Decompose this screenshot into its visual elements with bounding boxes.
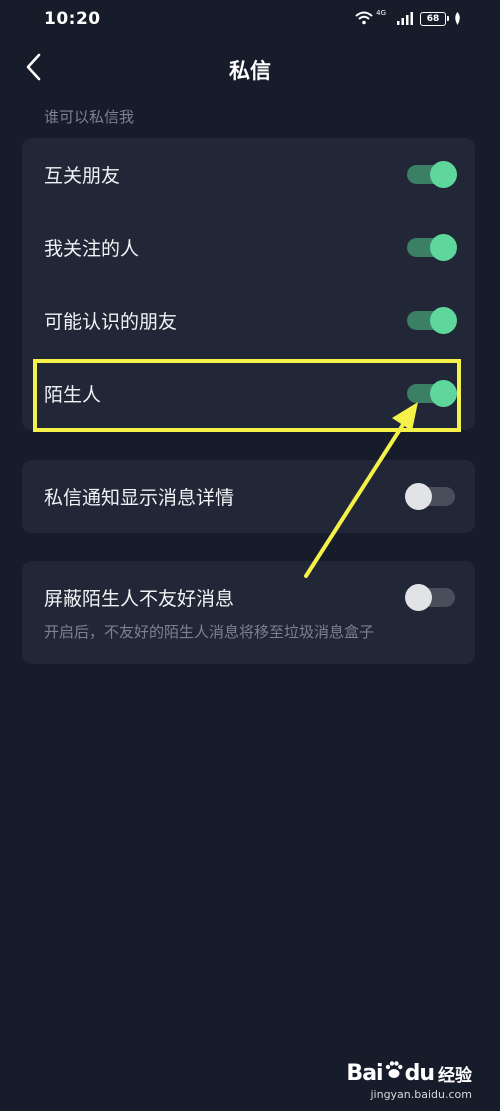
status-time: 10:20 [44, 9, 101, 29]
signal-icon [397, 10, 413, 29]
leaf-icon [453, 10, 462, 29]
network-type-label: 4G [376, 9, 386, 17]
mutual-friends-toggle[interactable] [407, 161, 457, 188]
notification-details-toggle[interactable] [405, 483, 455, 510]
setting-row-mutual-friends[interactable]: 互关朋友 [22, 138, 475, 211]
setting-label: 可能认识的朋友 [44, 311, 178, 333]
status-bar: 10:20 4G 68 [0, 0, 500, 38]
toggle-knob [430, 161, 457, 188]
wifi-icon [355, 10, 373, 29]
setting-label: 屏蔽陌生人不友好消息 [44, 588, 235, 610]
watermark-brand-cn: 经验 [438, 1065, 472, 1086]
setting-label: 私信通知显示消息详情 [44, 487, 235, 509]
following-toggle[interactable] [407, 234, 457, 261]
page-title: 私信 [229, 59, 271, 83]
watermark-brand-b: du [404, 1060, 435, 1086]
toggle-knob [430, 234, 457, 261]
setting-row-people-you-may-know[interactable]: 可能认识的朋友 [22, 284, 475, 357]
setting-description: 开启后，不友好的陌生人消息将移至垃圾消息盒子 [44, 623, 375, 641]
notification-card: 私信通知显示消息详情 [22, 460, 475, 533]
toggle-knob [405, 584, 432, 611]
setting-row-following[interactable]: 我关注的人 [22, 211, 475, 284]
section-label: 谁可以私信我 [44, 108, 135, 126]
watermark-brand-a: Bai [346, 1060, 383, 1086]
setting-row-notification-details[interactable]: 私信通知显示消息详情 [22, 460, 475, 533]
battery-icon: 68 [420, 12, 449, 26]
header: 私信 [0, 46, 500, 92]
toggle-knob [430, 307, 457, 334]
baidu-watermark: Bai du 经验 jingyan.baidu.com [346, 1060, 472, 1102]
status-icons: 4G 68 [355, 9, 462, 29]
block-strangers-card: 屏蔽陌生人不友好消息 开启后，不友好的陌生人消息将移至垃圾消息盒子 [22, 561, 475, 664]
paw-icon [384, 1060, 404, 1086]
people-you-may-know-toggle[interactable] [407, 307, 457, 334]
setting-label: 我关注的人 [44, 238, 140, 260]
baidu-logo: Bai du 经验 [346, 1060, 472, 1086]
block-strangers-toggle[interactable] [405, 584, 455, 611]
watermark-url: jingyan.baidu.com [370, 1088, 472, 1101]
toggle-knob [405, 483, 432, 510]
setting-label: 互关朋友 [44, 165, 121, 187]
highlight-box [33, 359, 461, 432]
